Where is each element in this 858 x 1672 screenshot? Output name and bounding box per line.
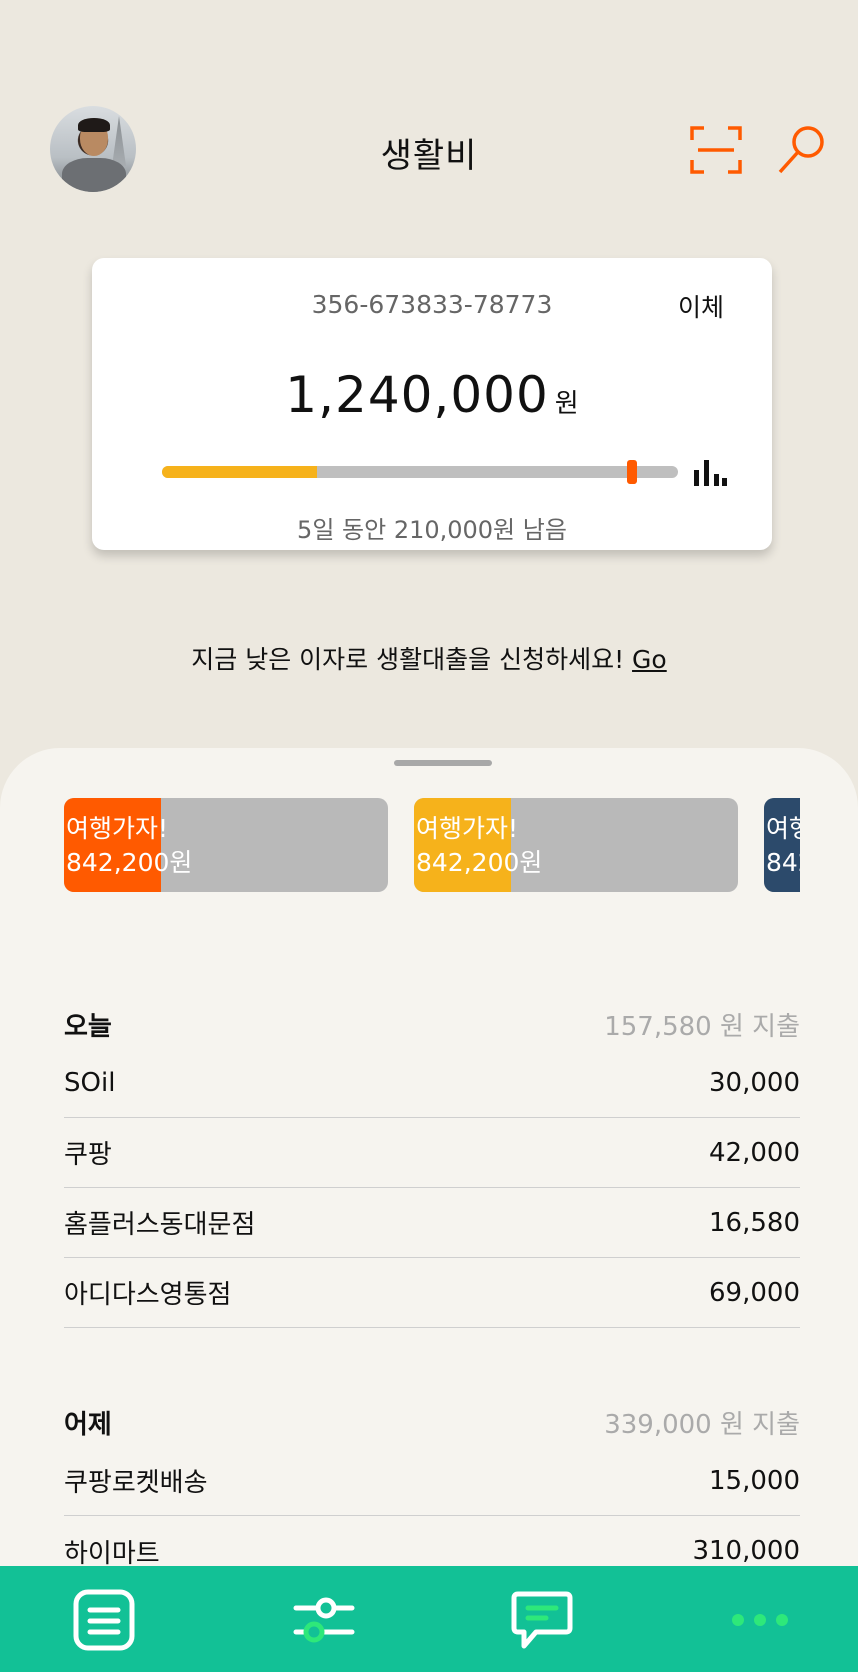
goal-text: 여행가자! 842,200원 <box>66 812 192 880</box>
transaction-amount: 69,000 <box>709 1277 800 1308</box>
transaction-merchant: SOil <box>64 1067 116 1098</box>
bottom-nav <box>0 1566 858 1672</box>
goal-card[interactable]: 여행가자! 842,200원 <box>414 798 738 892</box>
goal-amount: 842,200원 <box>766 848 800 877</box>
budget-progress-fill <box>162 466 317 478</box>
goal-name: 여행가자! <box>766 814 800 843</box>
sheet-drag-handle[interactable] <box>394 760 492 766</box>
transaction-row[interactable]: 쿠팡 42,000 <box>64 1118 800 1188</box>
transaction-row[interactable]: 홈플러스동대문점 16,580 <box>64 1188 800 1258</box>
budget-progress-marker[interactable] <box>626 460 637 484</box>
transaction-row[interactable]: SOil 30,000 <box>64 1048 800 1118</box>
nav-filter-button[interactable] <box>292 1588 356 1652</box>
section-spent-total: 339,000 원 지출 <box>604 1410 800 1440</box>
nav-list-button[interactable] <box>72 1588 136 1652</box>
remaining-text: 5일 동안 210,000원 남음 <box>297 516 567 544</box>
search-button[interactable] <box>776 124 828 176</box>
goal-text: 여행가자! 842,200원 <box>416 812 542 880</box>
transaction-merchant: 홈플러스동대문점 <box>64 1210 256 1240</box>
transaction-row[interactable]: 쿠팡로켓배송 15,000 <box>64 1446 800 1516</box>
transaction-merchant: 쿠팡로켓배송 <box>64 1468 208 1498</box>
nav-chat-button[interactable] <box>510 1588 574 1652</box>
scan-button[interactable] <box>690 126 742 174</box>
transaction-amount: 16,580 <box>709 1207 800 1238</box>
balance-amount: 1,240,000 <box>285 366 549 424</box>
goal-card[interactable]: 여행가자! 842,200원 <box>64 798 388 892</box>
chat-icon <box>511 1591 573 1649</box>
goal-name: 여행가자! <box>416 814 519 843</box>
transaction-row[interactable]: 아디다스영통점 69,000 <box>64 1258 800 1328</box>
list-icon <box>73 1589 135 1651</box>
promo-go-link[interactable]: Go <box>632 645 667 674</box>
section-header-today: 오늘 157,580 원 지출 <box>64 1006 800 1043</box>
transactions-sheet[interactable]: 여행가자! 842,200원 여행가자! 842,200원 여행가자! 842,… <box>0 748 858 1672</box>
transaction-amount: 15,000 <box>709 1465 800 1496</box>
goal-amount: 842,200원 <box>416 848 543 877</box>
goal-name: 여행가자! <box>66 814 169 843</box>
loan-promo: 지금 낮은 이자로 생활대출을 신청하세요! Go <box>0 640 858 676</box>
goals-carousel[interactable]: 여행가자! 842,200원 여행가자! 842,200원 여행가자! 842,… <box>64 798 800 892</box>
section-header-yesterday: 어제 339,000 원 지출 <box>64 1404 800 1441</box>
transaction-merchant: 하이마트 <box>64 1538 160 1569</box>
transaction-merchant: 쿠팡 <box>64 1140 112 1170</box>
promo-text: 지금 낮은 이자로 생활대출을 신청하세요! <box>191 645 625 674</box>
goal-amount: 842,200원 <box>66 848 193 877</box>
goal-card[interactable]: 여행가자! 842,200원 <box>764 798 800 892</box>
transaction-merchant: 아디다스영통점 <box>64 1280 232 1310</box>
filter-icon <box>293 1597 355 1643</box>
search-icon <box>778 126 824 174</box>
budget-progress-bar <box>162 460 678 484</box>
section-spent-total: 157,580 원 지출 <box>604 1012 800 1042</box>
transaction-amount: 310,000 <box>692 1536 800 1566</box>
scan-icon <box>690 126 742 174</box>
bar-chart-icon <box>694 460 727 486</box>
chart-button[interactable] <box>692 458 728 488</box>
balance-unit: 원 <box>554 389 579 419</box>
balance-card[interactable]: 356-673833-78773 이체 1,240,000 원 5일 동안 210… <box>92 258 772 550</box>
transaction-amount: 42,000 <box>709 1137 800 1168</box>
goal-text: 여행가자! 842,200원 <box>766 812 800 880</box>
section-day-label: 어제 <box>64 1410 112 1440</box>
nav-more-button[interactable] <box>728 1588 792 1652</box>
transfer-button[interactable]: 이체 <box>678 288 724 324</box>
balance-display: 1,240,000 원 <box>92 366 772 424</box>
account-number: 356-673833-78773 <box>311 290 553 319</box>
more-icon <box>732 1614 788 1626</box>
transaction-amount: 30,000 <box>709 1067 800 1098</box>
section-day-label: 오늘 <box>64 1012 112 1042</box>
